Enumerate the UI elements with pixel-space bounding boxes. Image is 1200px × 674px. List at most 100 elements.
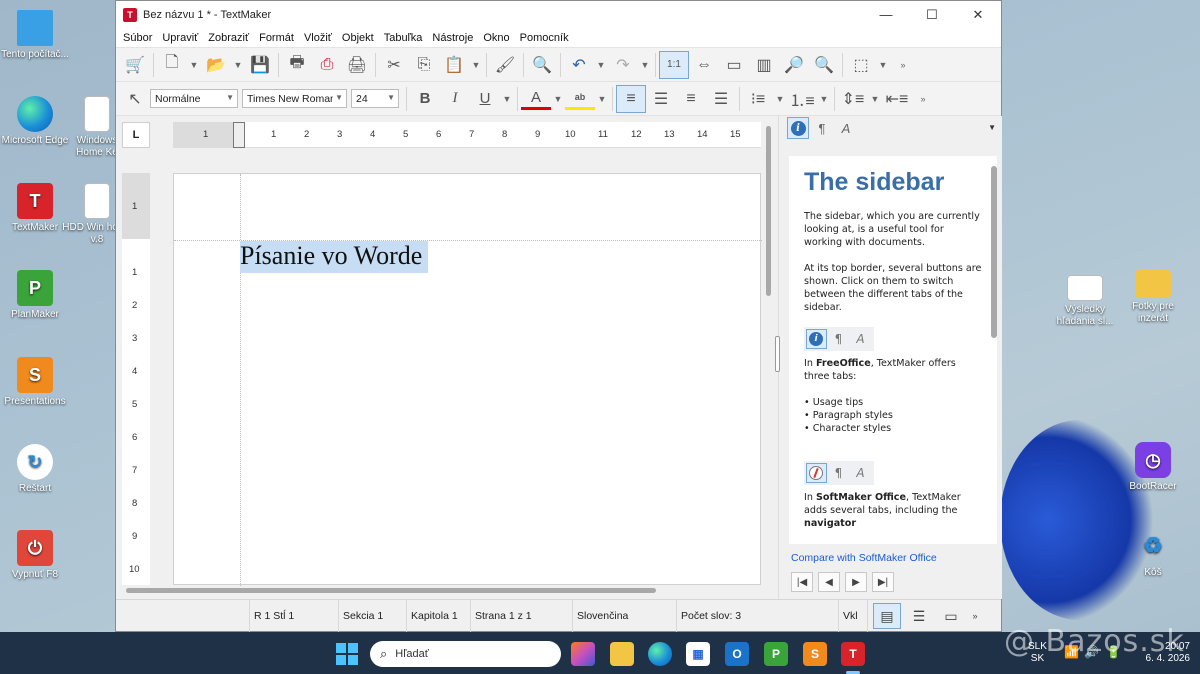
align-left-icon[interactable]: ≡ (616, 84, 646, 113)
zoom-in-icon[interactable]: 🔎 (779, 51, 809, 79)
chevron-down-icon[interactable]: ▼ (500, 85, 514, 113)
vertical-scrollbar[interactable] (764, 122, 774, 592)
cut-icon[interactable]: ✂ (379, 51, 409, 79)
bullets-icon[interactable]: ⁝≡ (743, 85, 773, 113)
more-overflow-icon[interactable]: » (916, 85, 930, 113)
view-page-icon[interactable]: ▭ (937, 603, 965, 629)
previous-page-icon[interactable]: ◀ (818, 572, 840, 592)
more-overflow-icon[interactable]: » (896, 51, 910, 79)
compare-link[interactable]: Compare with SoftMaker Office (791, 552, 937, 564)
desktop-icon-photos-folder[interactable]: Fotky pre inzerát (1118, 270, 1188, 325)
desktop-icon-textmaker[interactable]: T TextMaker (0, 183, 70, 234)
next-page-icon[interactable]: ▶ (845, 572, 867, 592)
last-page-icon[interactable]: ▶| (872, 572, 894, 592)
horizontal-ruler[interactable]: 1 1 2 3 4 5 6 7 8 9 10 11 12 13 14 15 (173, 122, 761, 148)
font-color-button[interactable]: A (521, 88, 551, 110)
menu-zobrazit[interactable]: Zobraziť (203, 32, 254, 44)
desktop-icon-presentations[interactable]: S Presentations (0, 357, 70, 408)
desktop-icon-this-pc[interactable]: Tento počítač... (0, 10, 70, 61)
two-pages-icon[interactable]: ▥ (749, 51, 779, 79)
title-bar[interactable]: T Bez názvu 1 * - TextMaker — ☐ ✕ (116, 1, 1001, 28)
chevron-down-icon[interactable]: ▼ (638, 51, 652, 79)
scrollbar-thumb[interactable] (766, 126, 771, 296)
menu-objekt[interactable]: Objekt (337, 32, 379, 44)
highlight-button[interactable]: ab (565, 88, 595, 110)
tab-paragraph-styles[interactable]: ¶ (811, 117, 833, 139)
desktop-icon-recycle-bin[interactable]: ♻ Kôš (1118, 528, 1188, 579)
open-folder-icon[interactable]: 📂 (201, 51, 231, 79)
chevron-down-icon[interactable]: ▼ (231, 51, 245, 79)
first-page-icon[interactable]: |◀ (791, 572, 813, 592)
export-pdf-icon[interactable]: ⎙ (312, 51, 342, 79)
shop-cart-icon[interactable]: 🛒 (120, 51, 150, 79)
chevron-down-icon[interactable]: ▼ (817, 85, 831, 113)
frame-icon[interactable]: ⬚ (846, 51, 876, 79)
tab-usage-tips[interactable]: i (787, 117, 809, 139)
minimize-button[interactable]: — (863, 1, 909, 28)
undo-icon[interactable]: ↶ (564, 51, 594, 79)
textmaker-app-icon[interactable]: T (123, 7, 137, 22)
tab-character-styles[interactable]: A (835, 117, 857, 139)
align-center-icon[interactable]: ☰ (646, 85, 676, 113)
indent-marker-icon[interactable] (233, 122, 245, 148)
copilot-icon[interactable] (571, 642, 595, 666)
status-insert-mode[interactable]: Vkl (838, 600, 868, 632)
start-button[interactable] (336, 643, 358, 665)
menu-vlozit[interactable]: Vložiť (299, 32, 337, 44)
select-arrow-icon[interactable]: ↖ (120, 85, 150, 113)
view-normal-icon[interactable]: ▤ (873, 603, 901, 629)
horizontal-scrollbar[interactable] (122, 586, 762, 596)
page-width-icon[interactable]: ⇔ (689, 51, 719, 79)
more-overflow-icon[interactable]: » (968, 603, 982, 629)
scrollbar-thumb[interactable] (126, 588, 656, 593)
desktop-icon-edge[interactable]: Microsoft Edge (0, 96, 70, 147)
justify-icon[interactable]: ☰ (706, 85, 736, 113)
zoom-out-icon[interactable]: 🔍 (809, 51, 839, 79)
menu-format[interactable]: Formát (254, 32, 299, 44)
full-page-icon[interactable]: ▭ (719, 51, 749, 79)
desktop-icon-search-results[interactable]: Výsledky hľadania sl... (1050, 275, 1120, 328)
format-painter-icon[interactable]: 🖌 (490, 51, 520, 79)
presentations-icon[interactable]: S (803, 642, 827, 666)
chevron-down-icon[interactable]: ▼ (876, 51, 890, 79)
document-page[interactable]: Písanie vo Worde (173, 173, 762, 586)
line-spacing-icon[interactable]: ⇕≡ (838, 85, 868, 113)
outlook-icon[interactable]: O (725, 642, 749, 666)
chevron-down-icon[interactable]: ▼ (868, 85, 882, 113)
align-right-icon[interactable]: ≡ (676, 85, 706, 113)
chevron-down-icon[interactable]: ▼ (595, 85, 609, 113)
chevron-down-icon[interactable]: ▼ (551, 85, 565, 113)
font-family-select[interactable]: Times New Roman ▼ (242, 89, 347, 108)
chevron-down-icon[interactable]: ▼ (469, 51, 483, 79)
sidebar-scrollbar[interactable] (991, 166, 997, 338)
tab-stop-selector[interactable]: L (122, 122, 150, 148)
maximize-button[interactable]: ☐ (909, 1, 955, 28)
status-language[interactable]: Slovenčina (572, 600, 676, 632)
paste-icon[interactable]: 📋 (439, 51, 469, 79)
sidebar-menu-chevron-icon[interactable]: ▼ (988, 123, 996, 132)
view-outline-icon[interactable]: ☰ (905, 603, 933, 629)
save-icon[interactable]: 💾 (245, 51, 275, 79)
textmaker-icon[interactable]: T (841, 642, 865, 666)
numbering-icon[interactable]: ⒈≡ (787, 85, 817, 113)
menu-upravit[interactable]: Upraviť (157, 32, 203, 44)
desktop-icon-shutdown[interactable]: ⏻ Vypnuť F8 (0, 530, 70, 581)
paragraph-style-select[interactable]: Normálne ▼ (150, 89, 238, 108)
desktop-icon-restart[interactable]: ↻ Reštart (0, 444, 70, 495)
print-preview-icon[interactable]: 🖨 (342, 51, 372, 79)
underline-button[interactable]: U (470, 85, 500, 113)
zoom-100-icon[interactable]: 1:1 (659, 50, 689, 79)
search-icon[interactable]: 🔍 (527, 51, 557, 79)
taskbar-search[interactable]: ⌕ Hľadať (370, 641, 561, 667)
planmaker-icon[interactable]: P (764, 642, 788, 666)
close-button[interactable]: ✕ (955, 1, 1001, 28)
desktop-icon-planmaker[interactable]: P PlanMaker (0, 270, 70, 321)
copy-icon[interactable]: ⎘ (409, 51, 439, 79)
edge-icon[interactable] (648, 642, 672, 666)
menu-okno[interactable]: Okno (478, 32, 514, 44)
bold-button[interactable]: B (410, 85, 440, 113)
italic-button[interactable]: I (440, 85, 470, 113)
store-icon[interactable]: ▦ (686, 642, 710, 666)
decrease-indent-icon[interactable]: ⇤≡ (882, 85, 912, 113)
document-text[interactable]: Písanie vo Worde (240, 241, 429, 273)
